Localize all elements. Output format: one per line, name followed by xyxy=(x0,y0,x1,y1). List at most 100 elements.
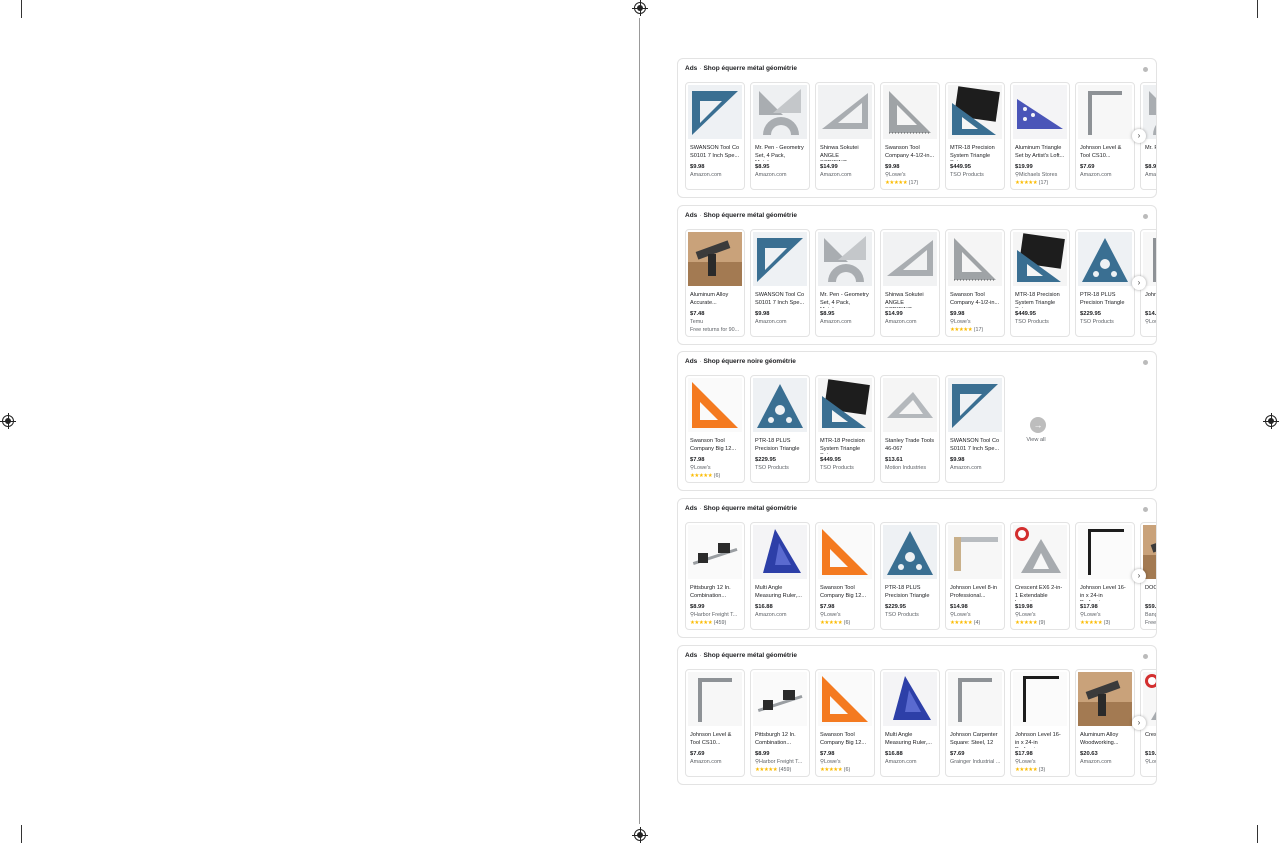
ads-title[interactable]: Shop équerre métal géométrie xyxy=(703,212,797,219)
product-name[interactable]: Aluminum Triangle Set by Artist's Loft..… xyxy=(1015,145,1065,161)
product-image[interactable] xyxy=(688,525,742,579)
product-name[interactable]: Multi Angle Measuring Ruler,... xyxy=(885,732,935,748)
product-image[interactable] xyxy=(753,672,807,726)
product-image[interactable] xyxy=(883,525,937,579)
product-card[interactable]: Aluminum Alloy Woodworking... $20.63 Amazo… xyxy=(1075,669,1135,777)
product-card[interactable]: Pittsburgh 12 In. Combination... $8.99 ⚲Ha… xyxy=(685,522,745,630)
next-arrow-button[interactable]: › xyxy=(1132,716,1146,730)
product-card[interactable]: SWANSON Tool Co S0101 7 Inch Spe... $9.98… xyxy=(750,229,810,337)
product-name[interactable]: MTR-18 Precision System Triangle Set xyxy=(820,438,870,454)
product-image[interactable] xyxy=(818,85,872,139)
product-card[interactable]: MTR-18 Precision System Triangle Set $449… xyxy=(945,82,1005,190)
product-card[interactable]: SWANSON Tool Co S0101 7 Inch Spe... $9.98… xyxy=(685,82,745,190)
product-card[interactable]: SWANSON Tool Co S0101 7 Inch Spe... $9.98… xyxy=(945,375,1005,483)
ads-title[interactable]: Shop équerre métal géométrie xyxy=(703,65,797,72)
product-name[interactable]: Shinwa Sokutei ANGLE SCRIBING... xyxy=(820,145,870,161)
product-card[interactable]: PTR-18 PLUS Precision Triangle $229.95 TSO… xyxy=(880,522,940,630)
next-arrow-button[interactable]: › xyxy=(1132,276,1146,290)
product-card[interactable]: Johnson Level 16-in x 24-in Profession..… xyxy=(1010,669,1070,777)
product-image[interactable] xyxy=(1013,672,1067,726)
product-image[interactable] xyxy=(883,85,937,139)
ads-title[interactable]: Shop équerre métal géométrie xyxy=(703,652,797,659)
product-card[interactable]: PTR-18 PLUS Precision Triangle $229.95 TSO… xyxy=(750,375,810,483)
ads-title[interactable]: Shop équerre métal géométrie xyxy=(703,505,797,512)
product-name[interactable]: Stanley Trade Tools 46-067 xyxy=(885,438,935,454)
product-image[interactable] xyxy=(1143,85,1156,139)
product-image[interactable] xyxy=(948,232,1002,286)
ads-title[interactable]: Shop équerre noire géométrie xyxy=(703,358,795,365)
product-image[interactable] xyxy=(688,85,742,139)
product-image[interactable] xyxy=(818,672,872,726)
product-card[interactable]: PTR-18 PLUS Precision Triangle $229.95 TSO… xyxy=(1075,229,1135,337)
product-card[interactable]: Shinwa Sokutei ANGLE SCRIBING... $14.99 Am… xyxy=(815,82,875,190)
info-icon[interactable] xyxy=(1143,214,1148,219)
product-image[interactable] xyxy=(948,378,1002,432)
product-card[interactable]: MTR-18 Precision System Triangle Set $449… xyxy=(1010,229,1070,337)
product-image[interactable] xyxy=(688,378,742,432)
product-name[interactable]: SWANSON Tool Co S0101 7 Inch Spe... xyxy=(690,145,740,161)
product-name[interactable]: DOCT WOOD... xyxy=(1145,585,1156,601)
product-name[interactable]: Shinwa Sokutei ANGLE SCRIBING... xyxy=(885,292,935,308)
product-card[interactable]: Swanson Tool Company Big 12... $7.98 ⚲Lowe… xyxy=(685,375,745,483)
product-image[interactable] xyxy=(948,672,1002,726)
product-name[interactable]: MTR-18 Precision System Triangle Set xyxy=(950,145,1000,161)
product-card[interactable]: Swanson Tool Company 4-1/2-in... $9.98 ⚲Lo… xyxy=(880,82,940,190)
product-image[interactable] xyxy=(688,232,742,286)
product-image[interactable] xyxy=(948,525,1002,579)
product-name[interactable]: PTR-18 PLUS Precision Triangle xyxy=(755,438,805,454)
product-name[interactable]: Swanson Tool Company Big 12... xyxy=(820,585,870,601)
product-image[interactable] xyxy=(1143,672,1156,726)
product-card[interactable]: Mr. Pen - Geometry Set, 4 Pack, Metal...… xyxy=(815,229,875,337)
product-image[interactable] xyxy=(818,378,872,432)
product-card[interactable]: Johnson Level & Tool CS10... $7.69 Amazon.… xyxy=(685,669,745,777)
product-card[interactable]: MTR-18 Precision System Triangle Set $449… xyxy=(815,375,875,483)
product-name[interactable]: Mr. Pen - Geometry Set, 4 Pack, Metal... xyxy=(755,145,805,161)
product-name[interactable]: Pittsburgh 12 In. Combination... xyxy=(690,585,740,601)
product-card[interactable]: Mr. Pen - Geometry Set, 4 Pack, Metal...… xyxy=(750,82,810,190)
product-card[interactable]: Aluminum Alloy Accurate... $7.48 Temu Free … xyxy=(685,229,745,337)
product-name[interactable]: PTR-18 PLUS Precision Triangle xyxy=(1080,292,1130,308)
product-card[interactable]: Pittsburgh 12 In. Combination... $8.99 ⚲Ha… xyxy=(750,669,810,777)
product-image[interactable] xyxy=(883,232,937,286)
product-card[interactable]: Multi Angle Measuring Ruler,... $16.88 Ama… xyxy=(880,669,940,777)
product-card[interactable]: Johnson Carpenter Square: Steel, 12 x...… xyxy=(945,669,1005,777)
product-image[interactable] xyxy=(753,232,807,286)
product-card[interactable]: Stanley Trade Tools 46-067 $13.61 Motion I… xyxy=(880,375,940,483)
product-image[interactable] xyxy=(818,525,872,579)
product-image[interactable] xyxy=(1078,85,1132,139)
product-image[interactable] xyxy=(753,378,807,432)
product-image[interactable] xyxy=(1013,85,1067,139)
product-name[interactable]: Swanson Tool Company 4-1/2-in... xyxy=(885,145,935,161)
product-card[interactable]: Swanson Tool Company Big 12... $7.98 ⚲Lowe… xyxy=(815,669,875,777)
product-name[interactable]: Mr. Pen Inches... xyxy=(1145,145,1156,161)
next-arrow-button[interactable]: › xyxy=(1132,569,1146,583)
product-name[interactable]: Crescent EX6 2-in-1 Extendable Layout... xyxy=(1015,585,1065,601)
product-name[interactable]: SWANSON Tool Co S0101 7 Inch Spe... xyxy=(950,438,1000,454)
product-name[interactable]: Johnson Level & Tool CS10... xyxy=(690,732,740,748)
product-name[interactable]: Swanson Tool Company Big 12... xyxy=(690,438,740,454)
product-name[interactable]: Johnson Profes... xyxy=(1145,292,1156,308)
product-name[interactable]: Mr. Pen - Geometry Set, 4 Pack, Metal... xyxy=(820,292,870,308)
product-card[interactable]: Swanson Tool Company Big 12... $7.98 ⚲Lowe… xyxy=(815,522,875,630)
product-image[interactable] xyxy=(883,672,937,726)
product-image[interactable] xyxy=(1078,525,1132,579)
product-name[interactable]: Pittsburgh 12 In. Combination... xyxy=(755,732,805,748)
product-name[interactable]: Cresc Exten... xyxy=(1145,732,1156,748)
product-card[interactable]: Multi Angle Measuring Ruler,... $16.88 Ama… xyxy=(750,522,810,630)
view-all-button[interactable]: → View all xyxy=(1026,417,1048,443)
product-name[interactable]: Aluminum Alloy Woodworking... xyxy=(1080,732,1130,748)
product-image[interactable] xyxy=(1078,232,1132,286)
product-image[interactable] xyxy=(1143,525,1156,579)
info-icon[interactable] xyxy=(1143,67,1148,72)
product-image[interactable] xyxy=(948,85,1002,139)
product-name[interactable]: Johnson Level 16-in x 24-in Profession..… xyxy=(1080,585,1130,601)
info-icon[interactable] xyxy=(1143,507,1148,512)
product-image[interactable] xyxy=(1143,232,1156,286)
product-name[interactable]: Johnson Level 8-in Professional... xyxy=(950,585,1000,601)
product-image[interactable] xyxy=(818,232,872,286)
product-name[interactable]: Swanson Tool Company 4-1/2-in... xyxy=(950,292,1000,308)
product-name[interactable]: Johnson Carpenter Square: Steel, 12 x... xyxy=(950,732,1000,748)
product-image[interactable] xyxy=(753,525,807,579)
next-arrow-button[interactable]: › xyxy=(1132,129,1146,143)
info-icon[interactable] xyxy=(1143,654,1148,659)
